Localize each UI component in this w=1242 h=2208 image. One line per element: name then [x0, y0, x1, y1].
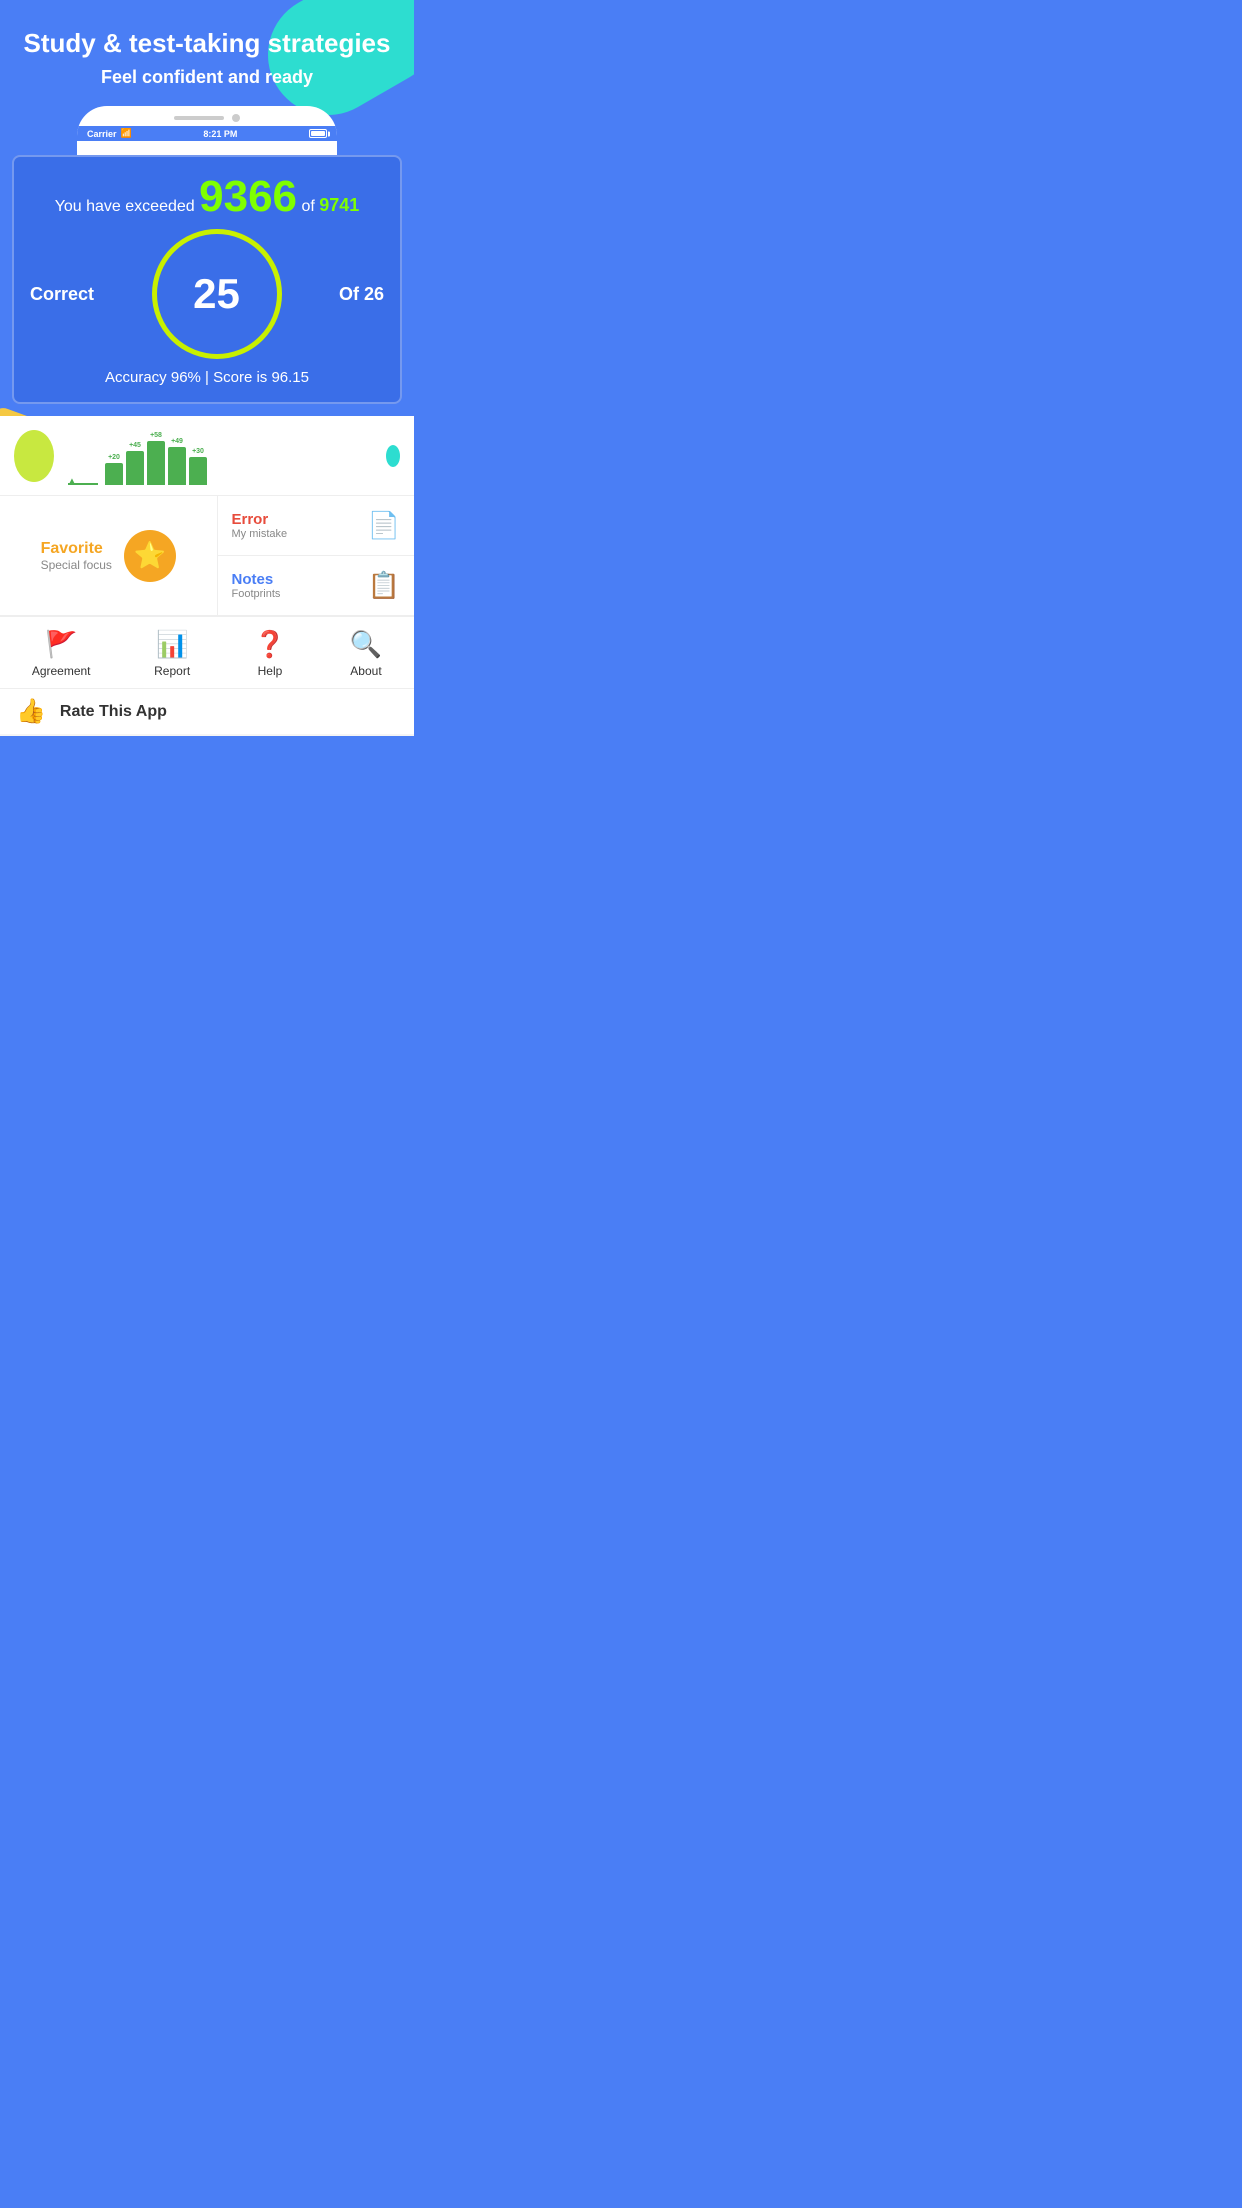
- correct-label: Correct: [30, 284, 94, 305]
- bottom-nav: 🚩 Agreement 📊 Report ❓ Help 🔍 About: [0, 616, 414, 688]
- chart-row: +20 +45 +58 +49 +30: [0, 416, 414, 496]
- phone-camera: [232, 114, 240, 122]
- agreement-label: Agreement: [32, 664, 91, 678]
- time-label: 8:21 PM: [203, 129, 237, 139]
- favorite-title: Favorite: [41, 540, 112, 558]
- star-icon: ⭐: [124, 530, 176, 582]
- wifi-icon: 📶: [121, 128, 132, 139]
- bar-2: +45: [126, 442, 144, 485]
- two-col-row: Favorite Special focus ⭐ Error My mistak…: [0, 496, 414, 616]
- chart-arrow: [68, 483, 98, 485]
- favorite-subtitle: Special focus: [41, 558, 112, 572]
- nav-about[interactable]: 🔍 About: [350, 629, 382, 678]
- error-notes-col: Error My mistake 📄 Notes Footprints 📋: [218, 496, 415, 615]
- notes-doc-icon: 📋: [368, 570, 400, 601]
- accuracy-text: Accuracy 96% | Score is 96.15: [30, 369, 384, 386]
- battery-icon: [309, 129, 327, 138]
- rate-app-label: Rate This App: [60, 703, 167, 721]
- teal-blob: [386, 445, 400, 467]
- carrier-label: Carrier: [87, 129, 117, 139]
- error-doc-icon: 📄: [368, 510, 400, 541]
- agreement-icon: 🚩: [45, 629, 77, 660]
- error-section[interactable]: Error My mistake 📄: [218, 496, 415, 556]
- notes-subtitle: Footprints: [232, 588, 281, 600]
- bar-chart: +20 +45 +58 +49 +30: [68, 427, 372, 485]
- rate-app-row[interactable]: 👍 Rate This App: [0, 688, 414, 734]
- of-label: Of 26: [339, 284, 384, 305]
- favorite-section[interactable]: Favorite Special focus ⭐: [0, 496, 218, 615]
- chart-oval: [14, 430, 54, 482]
- bottom-section: +20 +45 +58 +49 +30: [0, 416, 414, 736]
- bar-4: +49: [168, 438, 186, 485]
- status-left: Carrier 📶: [87, 128, 132, 139]
- exceeded-text: You have exceeded 9366 of 9741: [30, 175, 384, 219]
- header-section: Study & test-taking strategies Feel conf…: [0, 0, 414, 88]
- notes-section[interactable]: Notes Footprints 📋: [218, 556, 415, 615]
- nav-help[interactable]: ❓ Help: [254, 629, 286, 678]
- status-bar: Carrier 📶 8:21 PM: [77, 126, 337, 141]
- notes-title: Notes: [232, 571, 281, 588]
- error-text: Error My mistake: [232, 511, 288, 540]
- error-subtitle: My mistake: [232, 528, 288, 540]
- help-icon: ❓: [254, 629, 286, 660]
- header-subtitle: Feel confident and ready: [0, 67, 414, 88]
- total-number: 9741: [319, 195, 359, 215]
- phone-top: [77, 106, 337, 126]
- nav-report[interactable]: 📊 Report: [154, 629, 190, 678]
- notes-text: Notes Footprints: [232, 571, 281, 600]
- report-icon: 📊: [156, 629, 188, 660]
- bar-1: +20: [105, 454, 123, 485]
- error-title: Error: [232, 511, 288, 528]
- result-circle: 25: [152, 229, 282, 359]
- result-card: You have exceeded 9366 of 9741 Correct 2…: [12, 155, 402, 404]
- nav-agreement[interactable]: 🚩 Agreement: [32, 629, 91, 678]
- exceeded-big-number: 9366: [199, 172, 297, 221]
- bar-3: +58: [147, 432, 165, 485]
- report-label: Report: [154, 664, 190, 678]
- result-circle-row: Correct 25 Of 26: [30, 229, 384, 359]
- circle-number: 25: [193, 270, 240, 318]
- bar-5: +30: [189, 448, 207, 485]
- phone-notch: [174, 116, 224, 120]
- thumbs-up-icon: 👍: [16, 697, 46, 726]
- favorite-text: Favorite Special focus: [41, 540, 112, 572]
- help-label: Help: [258, 664, 283, 678]
- about-label: About: [350, 664, 381, 678]
- about-icon: 🔍: [350, 629, 382, 660]
- header-title: Study & test-taking strategies: [0, 28, 414, 59]
